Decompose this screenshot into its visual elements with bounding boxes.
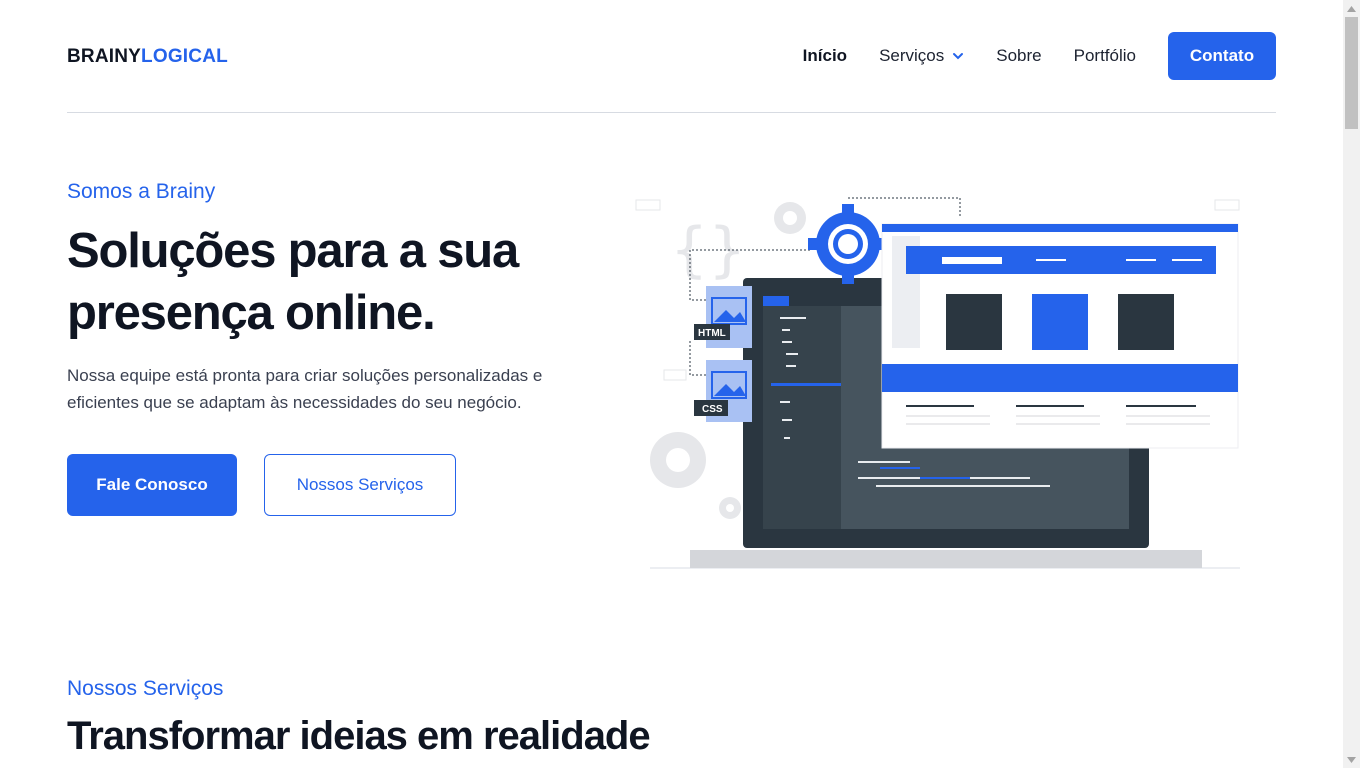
page: BRAINYLOGICAL Início Serviços Sobre Port…: [0, 0, 1343, 768]
nav-item-sobre[interactable]: Sobre: [996, 46, 1041, 66]
brand-logo[interactable]: BRAINYLOGICAL: [67, 46, 228, 68]
page-scrollbar[interactable]: [1343, 0, 1360, 768]
hero-illustration: {} HTML CSS: [635, 197, 1240, 569]
hero-title: Soluções para a sua presença online.: [67, 220, 587, 344]
services-title: Transformar ideias em realidade: [67, 714, 651, 758]
nav-item-label: Portfólio: [1073, 46, 1136, 65]
hero-title-dot: .: [422, 286, 436, 340]
hero-description: Nossa equipe está pronta para criar solu…: [67, 366, 543, 412]
gear-icon: [808, 204, 888, 284]
services-eyebrow: Nossos Serviços: [67, 677, 224, 700]
nav-item-label: Início: [802, 46, 848, 65]
file-label-css: CSS: [702, 404, 723, 415]
hero-eyebrow: Somos a Brainy: [67, 180, 216, 203]
scrollbar-thumb[interactable]: [1345, 17, 1358, 129]
file-label-html: HTML: [698, 328, 726, 339]
fale-conosco-button[interactable]: Fale Conosco: [67, 454, 237, 516]
main-nav: Início Serviços Sobre Portfólio Contato: [771, 32, 1276, 80]
contact-button[interactable]: Contato: [1168, 32, 1276, 80]
nossos-servicos-button[interactable]: Nossos Serviços: [264, 454, 456, 516]
nav-item-label: Serviços: [879, 46, 945, 65]
header-divider: [67, 112, 1276, 113]
logo-part-1: BRAINY: [67, 46, 142, 67]
nav-item-servicos[interactable]: Serviços: [879, 46, 964, 66]
nav-item-inicio[interactable]: Início: [803, 46, 847, 66]
chevron-down-icon: [953, 53, 964, 60]
browser-window-icon: [881, 223, 1239, 449]
nav-item-label: Sobre: [996, 46, 1042, 65]
logo-part-2: LOGICAL: [141, 46, 228, 67]
hero-title-line-2: presença online: [67, 286, 423, 340]
nav-item-portfolio[interactable]: Portfólio: [1074, 46, 1136, 66]
scroll-down-arrow-icon[interactable]: [1343, 751, 1360, 768]
scroll-up-arrow-icon[interactable]: [1343, 0, 1360, 17]
hero-title-line-1: Soluções para a sua: [67, 224, 519, 278]
